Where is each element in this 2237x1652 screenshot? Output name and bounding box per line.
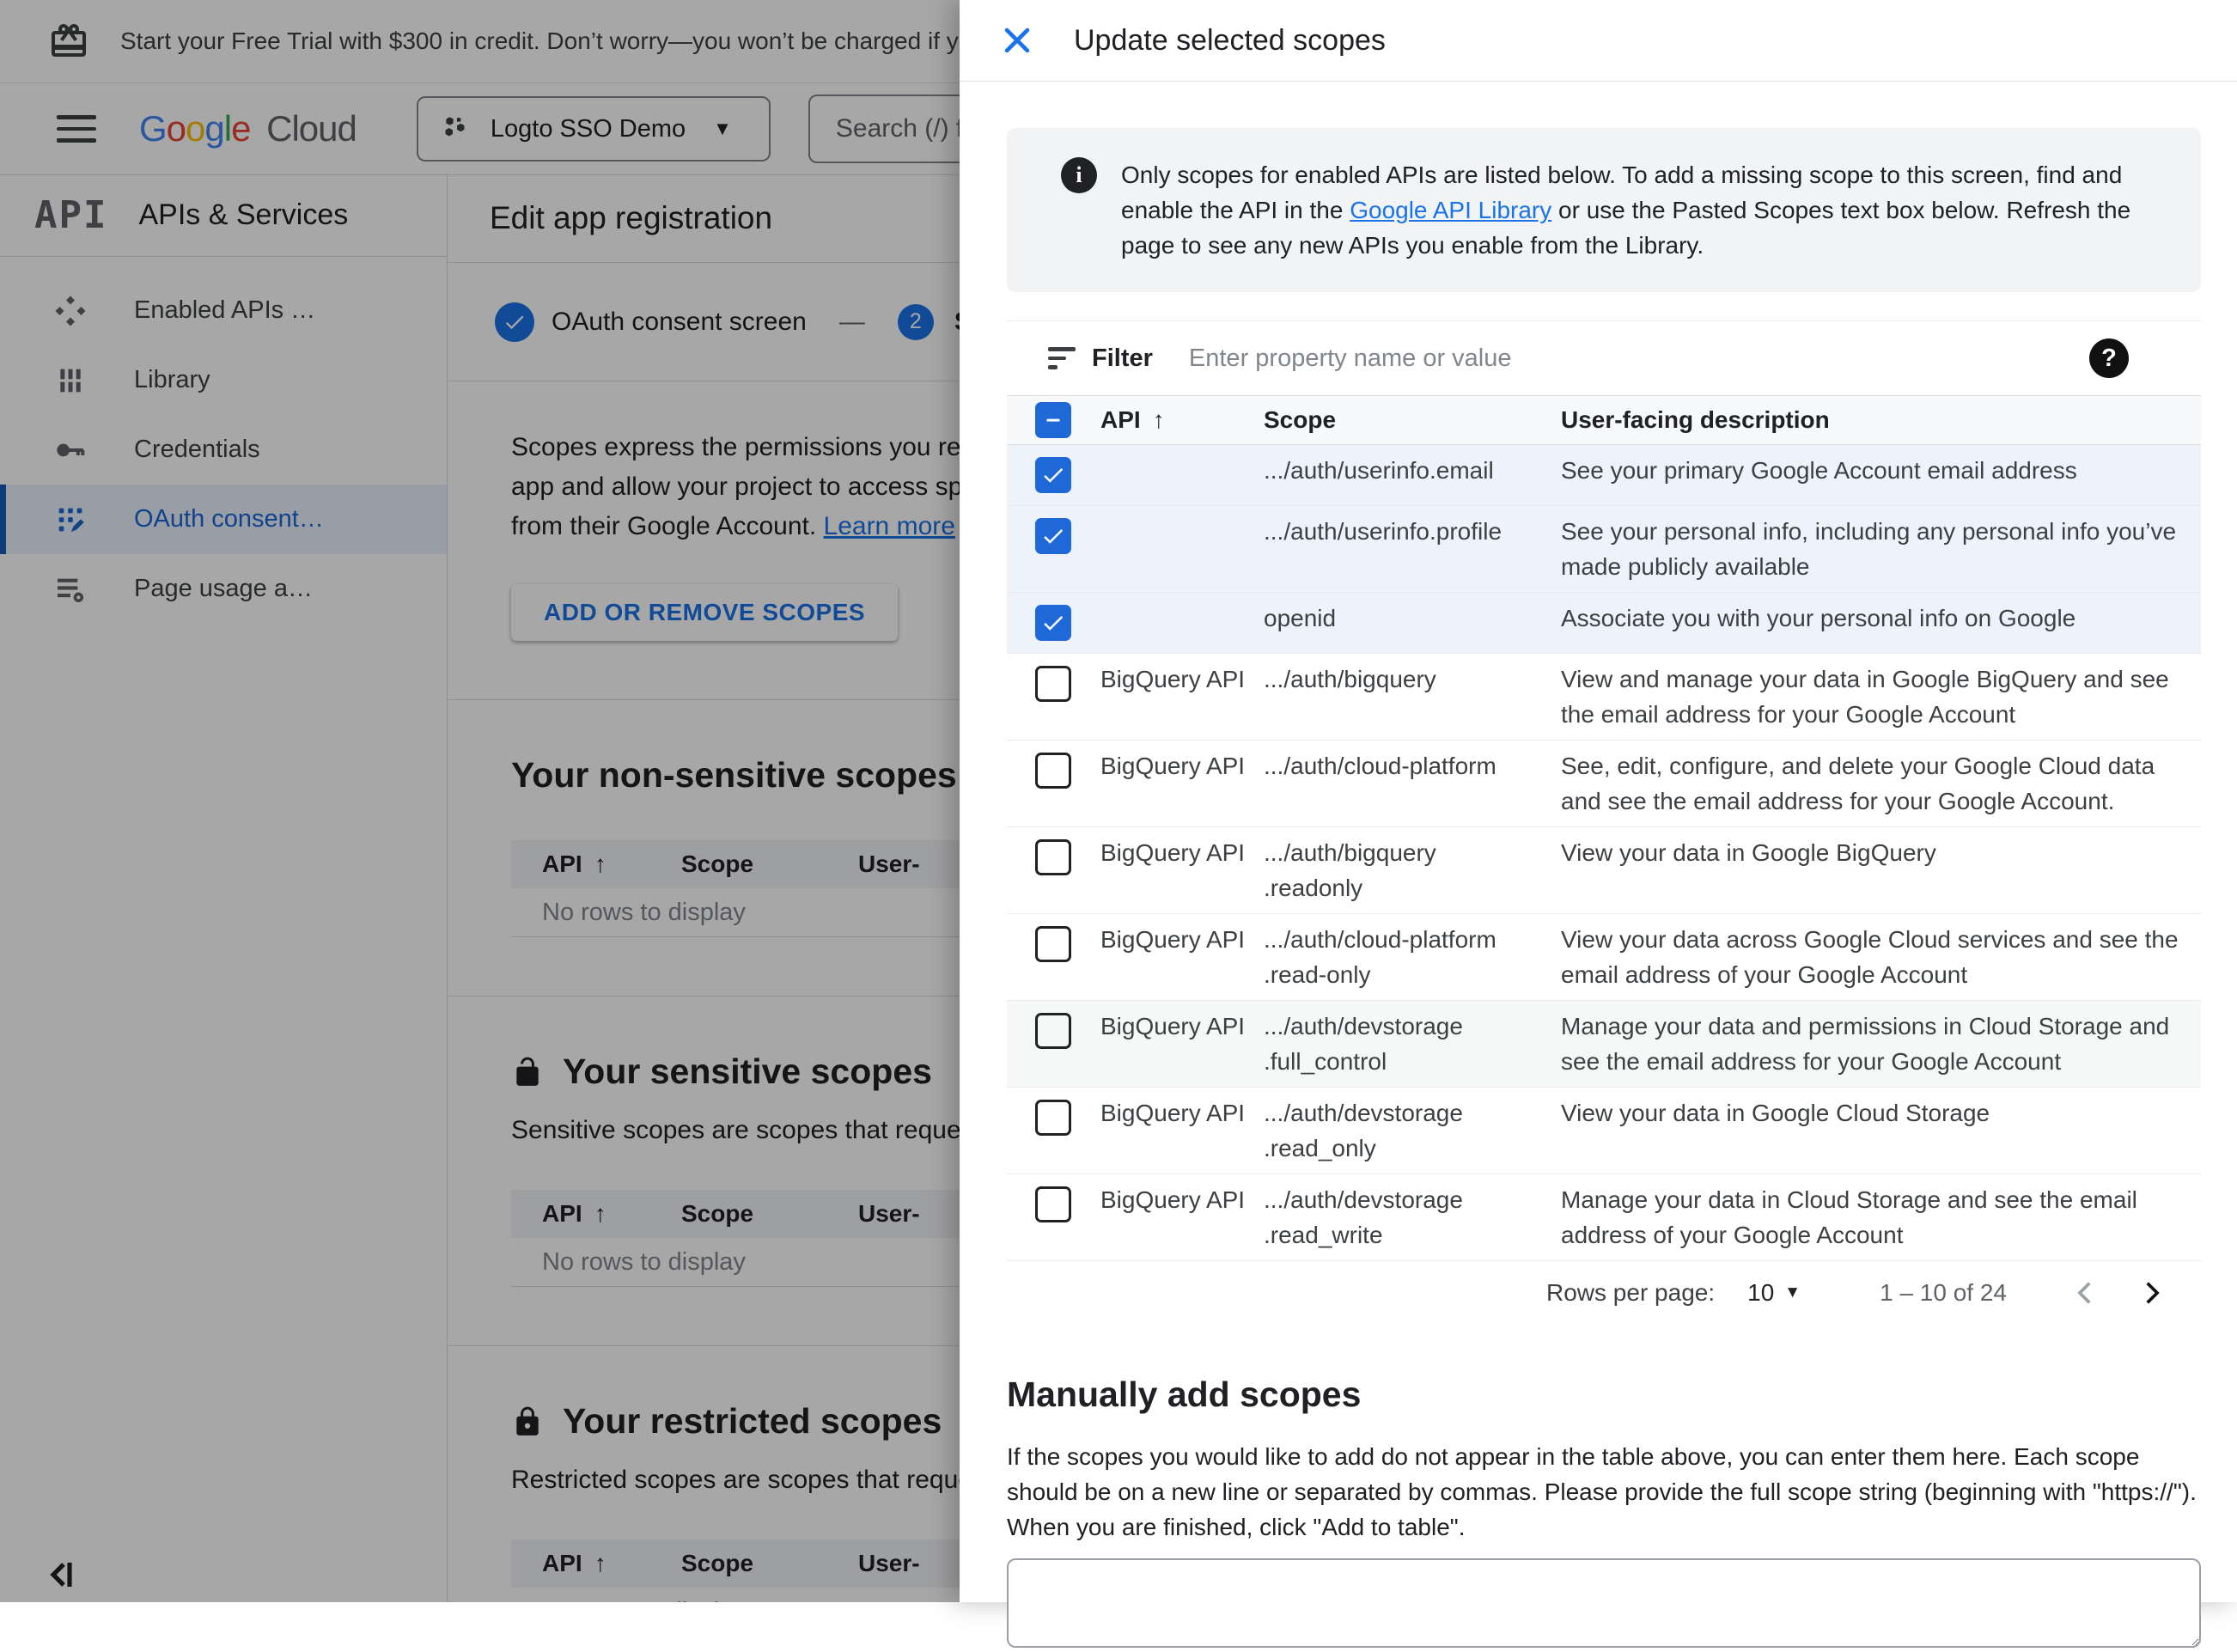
col-api[interactable]: API bbox=[1100, 406, 1141, 434]
manually-add-scopes-description: If the scopes you would like to add do n… bbox=[1007, 1443, 2197, 1540]
rows-per-page-caret-icon: ▼ bbox=[1784, 1283, 1801, 1301]
scope-description-cell: Manage your data in Cloud Storage and se… bbox=[1561, 1186, 2137, 1248]
scope-cell: .../auth/devstorage .read_write bbox=[1264, 1186, 1463, 1248]
scope-cell: .../auth/bigquery bbox=[1264, 666, 1436, 692]
help-icon[interactable]: ? bbox=[2089, 338, 2129, 378]
scope-row-checkbox[interactable] bbox=[1035, 753, 1071, 789]
scope-cell: openid bbox=[1264, 605, 1337, 631]
scope-table-header: API ↑ Scope User-facing description bbox=[1007, 395, 2201, 445]
scope-table-row: BigQuery API .../auth/devstorage .full_co… bbox=[1007, 1001, 2201, 1088]
scope-cell: .../auth/cloud-platform bbox=[1264, 753, 1496, 779]
scope-description-cell: See your primary Google Account email ad… bbox=[1561, 457, 2077, 484]
col-user-facing-description[interactable]: User-facing description bbox=[1561, 406, 2201, 434]
scope-description-cell: View and manage your data in Google BigQ… bbox=[1561, 666, 2169, 728]
scope-description-cell: See, edit, configure, and delete your Go… bbox=[1561, 753, 2155, 814]
update-selected-scopes-panel: Update selected scopes i Only scopes for… bbox=[960, 0, 2237, 1648]
scope-api-cell: BigQuery API bbox=[1100, 1013, 1246, 1039]
scope-api-cell: BigQuery API bbox=[1100, 753, 1246, 779]
pagination-bar: Rows per page: 10 ▼ 1 – 10 of 24 bbox=[1007, 1261, 2201, 1325]
scope-description-cell: View your data across Google Cloud servi… bbox=[1561, 926, 2179, 988]
scope-table-row: .../auth/userinfo.email See your primary … bbox=[1007, 445, 2201, 506]
scope-row-checkbox[interactable] bbox=[1035, 839, 1071, 875]
sort-arrow-icon: ↑ bbox=[1152, 406, 1165, 433]
scope-api-cell: BigQuery API bbox=[1100, 839, 1246, 866]
google-api-library-link[interactable]: Google API Library bbox=[1350, 197, 1551, 223]
scope-table-body: .../auth/userinfo.email See your primary … bbox=[1007, 445, 2201, 1261]
scope-table-row: BigQuery API .../auth/bigquery View and ma… bbox=[1007, 654, 2201, 741]
scope-description-cell: View your data in Google Cloud Storage bbox=[1561, 1100, 1990, 1126]
scope-table-row: .../auth/userinfo.profile See your person… bbox=[1007, 506, 2201, 593]
scope-table-row: BigQuery API .../auth/devstorage .read_on… bbox=[1007, 1088, 2201, 1174]
scope-api-cell: BigQuery API bbox=[1100, 926, 1246, 953]
filter-label: Filter bbox=[1092, 344, 1153, 372]
scope-row-checkbox[interactable] bbox=[1035, 1100, 1071, 1136]
panel-title: Update selected scopes bbox=[1074, 23, 1386, 57]
select-all-checkbox[interactable] bbox=[1035, 402, 1071, 438]
next-page-icon[interactable] bbox=[2132, 1274, 2170, 1312]
panel-header: Update selected scopes bbox=[960, 0, 2237, 82]
info-text: Only scopes for enabled APIs are listed … bbox=[1121, 162, 2131, 259]
col-scope[interactable]: Scope bbox=[1264, 406, 1561, 434]
scope-row-checkbox[interactable] bbox=[1035, 666, 1071, 702]
scope-row-checkbox[interactable] bbox=[1035, 1186, 1071, 1222]
scope-row-checkbox[interactable] bbox=[1035, 457, 1071, 493]
scope-cell: .../auth/devstorage .read_only bbox=[1264, 1100, 1463, 1161]
manually-add-scopes-title: Manually add scopes bbox=[1007, 1375, 1362, 1414]
page-range: 1 – 10 of 24 bbox=[1880, 1279, 2007, 1306]
scope-table-row: BigQuery API .../auth/cloud-platform See, … bbox=[1007, 741, 2201, 827]
filter-input[interactable] bbox=[1186, 343, 2201, 374]
scope-description-cell: View your data in Google BigQuery bbox=[1561, 839, 1936, 866]
scope-table-row: BigQuery API .../auth/cloud-platform .rea… bbox=[1007, 914, 2201, 1001]
scope-row-checkbox[interactable] bbox=[1035, 518, 1071, 554]
filter-bar: Filter ? bbox=[1007, 320, 2201, 395]
scope-api-cell: BigQuery API bbox=[1100, 1186, 1246, 1213]
scope-row-checkbox[interactable] bbox=[1035, 605, 1071, 641]
scope-cell: .../auth/userinfo.profile bbox=[1264, 518, 1503, 545]
scope-description-cell: Manage your data and permissions in Clou… bbox=[1561, 1013, 2170, 1075]
scope-description-cell: Associate you with your personal info on… bbox=[1561, 605, 2076, 631]
scope-row-checkbox[interactable] bbox=[1035, 1013, 1071, 1049]
info-banner: i Only scopes for enabled APIs are liste… bbox=[1007, 128, 2201, 292]
close-icon[interactable] bbox=[998, 21, 1036, 59]
scope-cell: .../auth/devstorage .full_control bbox=[1264, 1013, 1463, 1075]
info-icon: i bbox=[1061, 157, 1097, 193]
scope-table-row: BigQuery API .../auth/devstorage .read_wr… bbox=[1007, 1174, 2201, 1261]
rows-per-page-label: Rows per page: bbox=[1546, 1279, 1716, 1306]
previous-page-icon[interactable] bbox=[2067, 1274, 2105, 1312]
rows-per-page-select[interactable]: 10 ▼ bbox=[1747, 1279, 1801, 1307]
manually-add-scopes-section: Manually add scopes If the scopes you wo… bbox=[1007, 1375, 2201, 1652]
scope-api-cell: BigQuery API bbox=[1100, 666, 1246, 692]
scope-cell: .../auth/bigquery .readonly bbox=[1264, 839, 1436, 901]
scope-row-checkbox[interactable] bbox=[1035, 926, 1071, 962]
scope-table-row: BigQuery API .../auth/bigquery .readonly V… bbox=[1007, 827, 2201, 914]
scope-cell: .../auth/cloud-platform .read-only bbox=[1264, 926, 1496, 988]
scope-cell: .../auth/userinfo.email bbox=[1264, 457, 1494, 484]
scope-api-cell: BigQuery API bbox=[1100, 1100, 1246, 1126]
scope-description-cell: See your personal info, including any pe… bbox=[1561, 518, 2177, 580]
manual-scopes-textarea[interactable] bbox=[1007, 1558, 2201, 1648]
scope-table-row: openid Associate you with your personal i… bbox=[1007, 593, 2201, 654]
filter-icon bbox=[1048, 347, 1077, 369]
